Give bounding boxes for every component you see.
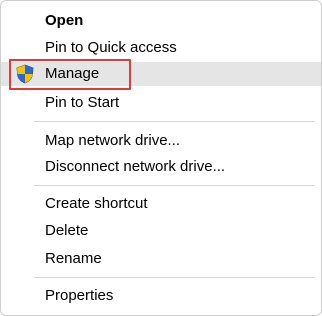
menu-item-create-shortcut[interactable]: Create shortcut	[1, 192, 321, 216]
menu-item-label: Pin to Quick access	[45, 39, 177, 56]
menu-item-label: Properties	[45, 287, 114, 304]
menu-item-label: Map network drive...	[45, 132, 181, 149]
menu-item-pin-to-quick-access[interactable]: Pin to Quick access	[1, 36, 321, 60]
menu-item-label: Rename	[45, 250, 102, 267]
menu-separator	[34, 277, 315, 278]
menu-item-open[interactable]: Open	[1, 9, 321, 33]
menu-item-label: Delete	[45, 222, 89, 239]
menu-item-map-network-drive[interactable]: Map network drive...	[1, 129, 321, 153]
uac-shield-icon	[15, 64, 35, 84]
menu-separator	[34, 121, 315, 122]
menu-separator	[34, 185, 315, 186]
menu-item-label: Open	[45, 12, 84, 29]
menu-item-disconnect-network-drive[interactable]: Disconnect network drive...	[1, 155, 321, 179]
menu-item-properties[interactable]: Properties	[1, 284, 321, 308]
menu-item-rename[interactable]: Rename	[1, 247, 321, 271]
context-menu: Open Pin to Quick access Manage Pin to S…	[0, 0, 322, 316]
menu-item-delete[interactable]: Delete	[1, 219, 321, 243]
menu-item-label: Manage	[45, 65, 100, 82]
menu-item-label: Pin to Start	[45, 94, 120, 111]
menu-item-label: Create shortcut	[45, 195, 148, 212]
menu-item-label: Disconnect network drive...	[45, 158, 226, 175]
menu-item-pin-to-start[interactable]: Pin to Start	[1, 91, 321, 115]
menu-item-manage[interactable]: Manage	[1, 62, 321, 86]
